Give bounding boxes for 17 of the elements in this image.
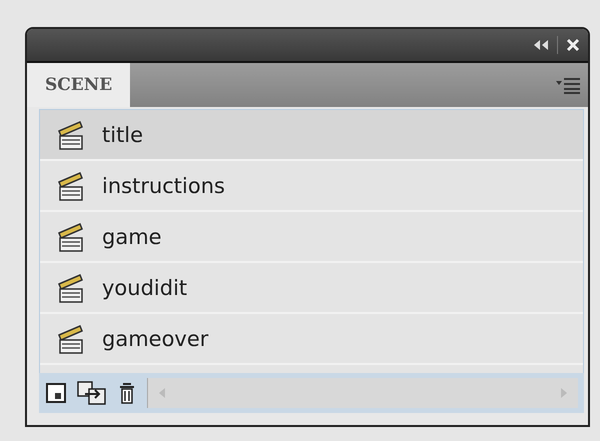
clapperboard-icon (56, 322, 86, 354)
trash-icon[interactable] (117, 381, 137, 405)
clapperboard-icon (56, 272, 86, 304)
scene-item[interactable]: title (40, 110, 583, 161)
duplicate-scene-icon[interactable] (77, 381, 107, 405)
clapperboard-icon (56, 220, 86, 252)
close-icon[interactable] (566, 38, 580, 52)
menu-icon[interactable] (556, 76, 580, 94)
scene-item[interactable]: instructions (40, 161, 583, 212)
collapse-icon[interactable] (533, 39, 549, 51)
scene-item[interactable]: gameover (40, 314, 583, 365)
scene-item[interactable]: youdidit (40, 263, 583, 314)
scene-item[interactable]: game (40, 212, 583, 263)
scene-tab[interactable]: SCENE (27, 63, 130, 107)
clapperboard-icon (56, 170, 86, 202)
clapperboard-icon (56, 118, 86, 150)
add-scene-icon[interactable] (45, 382, 67, 404)
